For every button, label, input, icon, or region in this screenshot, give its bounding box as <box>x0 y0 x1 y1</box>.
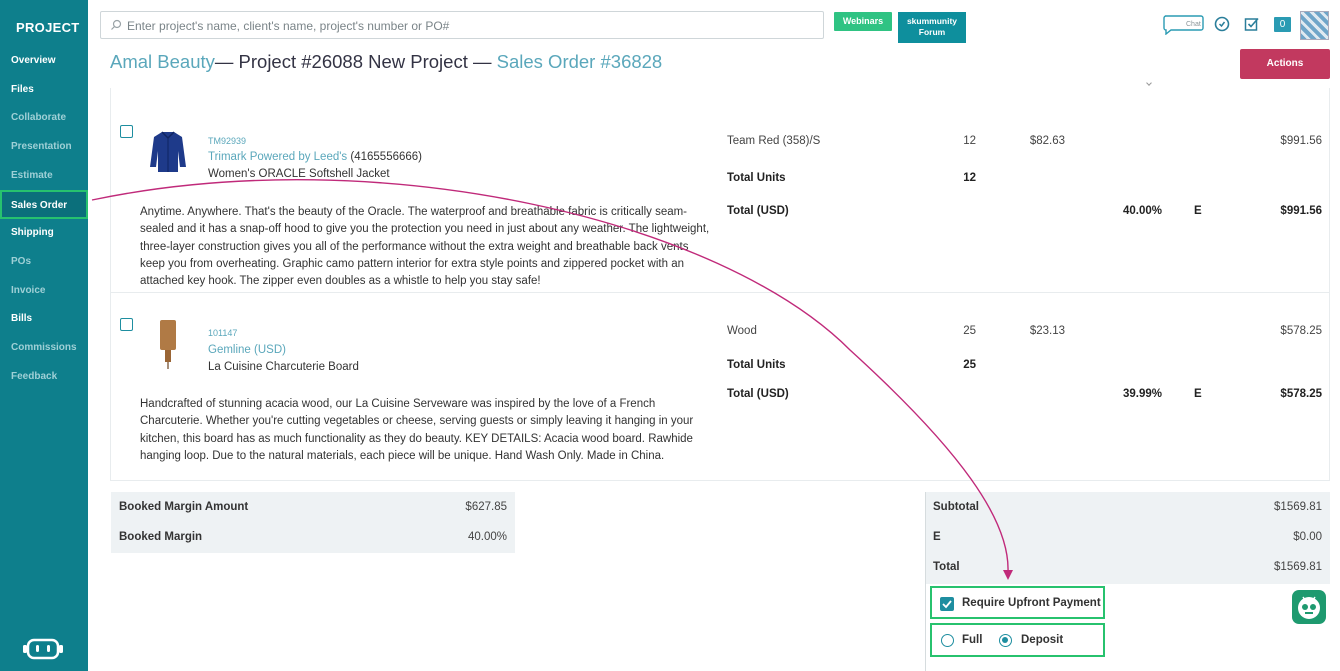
totals-divider <box>925 584 926 671</box>
item-variant: Team Red (358)/S <box>727 135 821 147</box>
brand-title: PROJECT <box>16 20 80 35</box>
sort-chevron-icon[interactable] <box>1146 80 1152 86</box>
item-checkbox[interactable] <box>120 125 133 138</box>
require-upfront-checkbox[interactable] <box>940 597 954 611</box>
sidebar-item-files[interactable]: Files <box>0 76 88 105</box>
project-title: — Project #26088 New Project — <box>214 51 492 72</box>
item-tax: E <box>1194 388 1202 400</box>
row-divider <box>110 292 1330 293</box>
item-supplier-link[interactable]: Gemline (USD) <box>208 344 286 356</box>
sidebar-item-feedback[interactable]: Feedback <box>0 363 88 392</box>
sidebar-item-presentation[interactable]: Presentation <box>0 133 88 162</box>
tax-label: E <box>933 531 941 543</box>
forum-button[interactable]: skummunity Forum <box>898 12 966 43</box>
item-sku: 101147 <box>208 328 238 338</box>
notification-badge[interactable]: 0 <box>1274 17 1291 32</box>
payment-type-highlight <box>930 623 1105 657</box>
booked-margin-amount-value: $627.85 <box>465 501 507 513</box>
forum-button-line1: skummunity <box>906 16 958 26</box>
help-robot-button[interactable] <box>1292 590 1326 624</box>
item-description: Handcrafted of stunning acacia wood, our… <box>140 398 694 462</box>
item-line-total: $991.56 <box>1280 135 1322 147</box>
item-name: La Cuisine Charcuterie Board <box>208 361 359 373</box>
item-qty: 12 <box>963 135 976 147</box>
chat-icon[interactable]: Chat <box>1162 13 1204 35</box>
check-icon <box>942 600 952 609</box>
item-total: $578.25 <box>1280 388 1322 400</box>
item-supplier-link[interactable]: Trimark Powered by Leed's (4165556666) <box>208 151 422 163</box>
supplier-phone: (4165556666) <box>350 151 423 163</box>
item-checkbox[interactable] <box>120 318 133 331</box>
board-thumbnail <box>160 320 176 369</box>
item-margin: 40.00% <box>1122 205 1162 217</box>
item-margin: 39.99% <box>1122 388 1162 400</box>
sidebar-item-commissions[interactable]: Commissions <box>0 334 88 363</box>
total-units-value: 25 <box>963 359 976 371</box>
subtotal-label: Subtotal <box>933 501 979 513</box>
robot-icon <box>1298 596 1320 619</box>
clock-icon[interactable] <box>1214 16 1230 32</box>
avatar[interactable] <box>1300 11 1329 40</box>
search-box <box>100 11 824 39</box>
sidebar-item-shipping[interactable]: Shipping <box>0 219 88 248</box>
require-upfront-label[interactable]: Require Upfront Payment <box>962 597 1101 609</box>
search-input[interactable] <box>127 16 817 36</box>
sidebar-item-invoice[interactable]: Invoice <box>0 277 88 306</box>
sidebar-item-sales-order[interactable]: Sales Order <box>0 190 88 220</box>
subtotal-value: $1569.81 <box>1274 501 1322 513</box>
page-title: Amal Beauty— Project #26088 New Project … <box>110 51 662 73</box>
item-name: Women's ORACLE Softshell Jacket <box>208 168 390 180</box>
item-tax: E <box>1194 205 1202 217</box>
total-units-label: Total Units <box>727 172 786 184</box>
sidebar: PROJECT Overview Files Collaborate Prese… <box>0 0 88 671</box>
assistant-bot-icon[interactable] <box>22 636 64 662</box>
total-value: $1569.81 <box>1274 561 1322 573</box>
supplier-name[interactable]: Trimark Powered by Leed's <box>208 151 347 163</box>
total-units-value: 12 <box>963 172 976 184</box>
webinars-button[interactable]: Webinars <box>834 12 892 31</box>
booked-margin-label: Booked Margin <box>119 531 203 543</box>
item-total: $991.56 <box>1280 205 1322 217</box>
deposit-radio[interactable] <box>999 634 1012 647</box>
item-variant: Wood <box>727 325 757 337</box>
chat-label: Chat <box>1186 21 1201 28</box>
item-description: Anytime. Anywhere. That's the beauty of … <box>140 206 710 288</box>
total-label: Total <box>933 561 960 573</box>
tasks-icon[interactable] <box>1244 16 1260 32</box>
full-label[interactable]: Full <box>962 634 982 646</box>
booked-margin-value: 40.00% <box>467 531 507 543</box>
booked-margin-amount-label: Booked Margin Amount <box>119 501 249 513</box>
sidebar-item-collaborate[interactable]: Collaborate <box>0 104 88 133</box>
sales-order-link[interactable]: Sales Order #36828 <box>497 51 663 72</box>
full-radio[interactable] <box>941 634 954 647</box>
sidebar-item-overview[interactable]: Overview <box>0 47 88 76</box>
total-units-label: Total Units <box>727 359 786 371</box>
forum-button-line2: Forum <box>918 27 946 37</box>
search-icon <box>111 19 122 30</box>
item-qty: 25 <box>963 325 976 337</box>
client-link[interactable]: Amal Beauty <box>110 51 215 72</box>
item-unit-price: $82.63 <box>1029 135 1065 147</box>
total-usd-label: Total (USD) <box>727 388 789 400</box>
sidebar-item-pos[interactable]: POs <box>0 248 88 277</box>
tax-value: $0.00 <box>1293 531 1322 543</box>
item-unit-price: $23.13 <box>1029 325 1065 337</box>
sidebar-nav: Overview Files Collaborate Presentation … <box>0 47 88 391</box>
actions-button[interactable]: Actions <box>1240 49 1330 79</box>
item-sku: TM92939 <box>208 136 247 146</box>
total-usd-label: Total (USD) <box>727 205 789 217</box>
sidebar-item-bills[interactable]: Bills <box>0 305 88 334</box>
deposit-label[interactable]: Deposit <box>1021 634 1063 646</box>
sidebar-item-estimate[interactable]: Estimate <box>0 162 88 191</box>
item-line-total: $578.25 <box>1280 325 1322 337</box>
jacket-thumbnail <box>150 131 186 172</box>
